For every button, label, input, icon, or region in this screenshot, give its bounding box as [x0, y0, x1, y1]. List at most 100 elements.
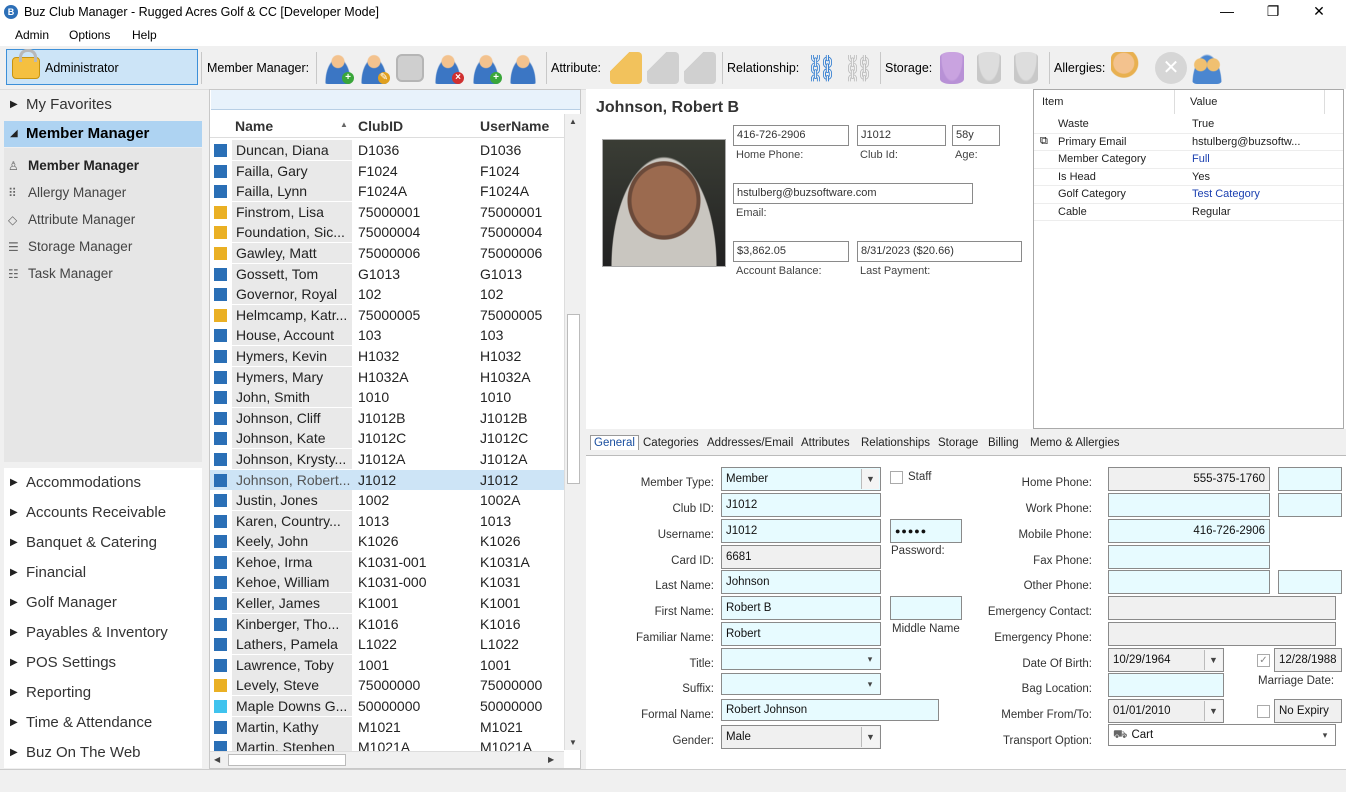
bag-location-field[interactable]: [1108, 673, 1224, 697]
table-row[interactable]: Failla, Lynn F1024A F1024A: [210, 181, 564, 202]
table-row[interactable]: Lathers, Pamela L1022 L1022: [210, 634, 564, 655]
sidebar-financial[interactable]: ▶ Financial: [4, 560, 202, 586]
prop-row[interactable]: Member Category Full: [1034, 151, 1343, 169]
table-row[interactable]: Finstrom, Lisa 75000001 75000001: [210, 201, 564, 223]
scroll-thumb[interactable]: [567, 314, 580, 484]
first-name-field[interactable]: Robert B: [721, 596, 881, 620]
home-phone-field[interactable]: 555-375-1760: [1108, 467, 1270, 491]
other-phone-ext-field[interactable]: [1278, 570, 1342, 594]
allergy-icon[interactable]: [1111, 52, 1143, 84]
remove-allergy-icon[interactable]: ✕: [1155, 52, 1187, 84]
sidebar-accounts-receivable[interactable]: ▶ Accounts Receivable: [4, 500, 202, 526]
tab-attributes[interactable]: Attributes: [801, 437, 850, 449]
sidebar-sub-storage-manager[interactable]: ☰ Storage Manager: [8, 239, 132, 254]
list-filter-input[interactable]: [211, 90, 580, 110]
no-expiry-field[interactable]: No Expiry: [1274, 699, 1342, 723]
remove-storage-icon[interactable]: [1014, 52, 1038, 84]
sidebar-sub-task-manager[interactable]: ☷ Task Manager: [8, 266, 113, 281]
date-of-birth-field[interactable]: 10/29/1964 ▼: [1108, 648, 1224, 672]
column-header-name[interactable]: Name: [235, 118, 273, 134]
sidebar-sub-member-manager[interactable]: ♙ Member Manager: [8, 158, 139, 173]
table-row[interactable]: Hymers, Mary H1032A H1032A: [210, 366, 564, 388]
marriage-date-checkbox[interactable]: ✓: [1257, 654, 1270, 667]
table-row[interactable]: Hymers, Kevin H1032 H1032: [210, 345, 564, 367]
table-row[interactable]: Keely, John K1026 K1026: [210, 531, 564, 552]
last-name-field[interactable]: Johnson: [721, 570, 881, 594]
tab-relationships[interactable]: Relationships: [861, 437, 930, 449]
unlink-icon[interactable]: ⛓: [842, 52, 875, 84]
table-row[interactable]: John, Smith 1010 1010: [210, 387, 564, 408]
storage-settings-icon[interactable]: [977, 52, 1001, 84]
familiar-name-field[interactable]: Robert: [721, 622, 881, 646]
horizontal-scrollbar[interactable]: ◀ ▶: [210, 751, 564, 768]
other-phone-field[interactable]: [1108, 570, 1270, 594]
table-row[interactable]: Johnson, Cliff J1012B J1012B: [210, 407, 564, 429]
mobile-phone-field[interactable]: 416-726-2906: [1108, 519, 1270, 543]
emergency-phone-field[interactable]: [1108, 622, 1336, 646]
title-select[interactable]: ▾: [721, 648, 881, 670]
marriage-date-field[interactable]: 12/28/1988: [1274, 648, 1342, 672]
table-row[interactable]: Johnson, Robert... J1012 J1012: [210, 469, 564, 491]
prop-row[interactable]: Cable Regular: [1034, 204, 1343, 221]
prop-row[interactable]: Golf Category Test Category: [1034, 186, 1343, 204]
edit-member-icon[interactable]: ✎: [358, 52, 390, 84]
work-phone-ext-field[interactable]: [1278, 493, 1342, 517]
table-row[interactable]: Martin, Kathy M1021 M1021: [210, 716, 564, 738]
table-row[interactable]: Foundation, Sic... 75000004 75000004: [210, 222, 564, 243]
scroll-right-icon[interactable]: ▶: [548, 755, 554, 764]
table-row[interactable]: Johnson, Krysty... J1012A J1012A: [210, 448, 564, 470]
table-row[interactable]: Helmcamp, Katr... 75000005 75000005: [210, 304, 564, 326]
sidebar-pos-settings[interactable]: ▶ POS Settings: [4, 650, 202, 676]
remove-attribute-icon[interactable]: [684, 52, 716, 84]
tab-memo-allergies[interactable]: Memo & Allergies: [1030, 437, 1119, 449]
add-attribute-icon[interactable]: [610, 52, 642, 84]
tag-icon[interactable]: [647, 52, 679, 84]
work-phone-field[interactable]: [1108, 493, 1270, 517]
sidebar-payables-inventory[interactable]: ▶ Payables & Inventory: [4, 620, 202, 646]
table-row[interactable]: Lawrence, Toby 1001 1001: [210, 654, 564, 676]
middle-name-field[interactable]: [890, 596, 962, 620]
table-row[interactable]: Keller, James K1001 K1001: [210, 593, 564, 614]
suffix-select[interactable]: ▾: [721, 673, 881, 695]
link-icon[interactable]: ⛓: [805, 52, 838, 84]
sidebar-banquet-catering[interactable]: ▶ Banquet & Catering: [4, 530, 202, 556]
hscroll-thumb[interactable]: [228, 754, 346, 766]
menu-help[interactable]: Help: [132, 28, 157, 42]
emergency-contact-field[interactable]: [1108, 596, 1336, 620]
sidebar-buz-on-the-web[interactable]: ▶ Buz On The Web: [4, 740, 202, 766]
member-from-field[interactable]: 01/01/2010 ▼: [1108, 699, 1224, 723]
prop-row[interactable]: Is Head Yes: [1034, 169, 1343, 186]
gender-select[interactable]: Male ▼: [721, 725, 881, 749]
copy-member-icon[interactable]: +: [470, 52, 502, 84]
add-member-icon[interactable]: +: [322, 52, 354, 84]
close-button[interactable]: ✕: [1296, 0, 1342, 24]
password-field[interactable]: ●●●●●: [890, 519, 962, 543]
tab-addresses-email[interactable]: Addresses/Email: [707, 437, 793, 449]
card-id-field[interactable]: 6681: [721, 545, 881, 569]
table-row[interactable]: Kehoe, William K1031-000 K1031: [210, 572, 564, 593]
member-type-select[interactable]: Member ▼: [721, 467, 881, 491]
table-row[interactable]: Gossett, Tom G1013 G1013: [210, 263, 564, 285]
table-row[interactable]: Failla, Gary F1024 F1024: [210, 160, 564, 182]
table-row[interactable]: Johnson, Kate J1012C J1012C: [210, 428, 564, 449]
sidebar-my-favorites[interactable]: ▶ My Favorites: [4, 92, 202, 118]
administrator-button[interactable]: Administrator: [6, 49, 198, 85]
table-row[interactable]: House, Account 103 103: [210, 325, 564, 346]
table-row[interactable]: Justin, Jones 1002 1002A: [210, 490, 564, 511]
menu-options[interactable]: Options: [69, 28, 110, 42]
scroll-left-icon[interactable]: ◀: [214, 755, 220, 764]
table-row[interactable]: Karen, Country... 1013 1013: [210, 510, 564, 532]
add-storage-icon[interactable]: [940, 52, 964, 84]
scroll-down-icon[interactable]: ▼: [569, 738, 577, 747]
sidebar-sub-allergy-manager[interactable]: ⠿ Allergy Manager: [8, 185, 126, 200]
table-row[interactable]: Levely, Steve 75000000 75000000: [210, 675, 564, 696]
vertical-scrollbar[interactable]: ▲ ▼: [564, 114, 581, 750]
staff-checkbox[interactable]: [890, 471, 903, 484]
member-group-icon[interactable]: [507, 52, 539, 84]
sidebar-accommodations[interactable]: ▶ Accommodations: [4, 470, 202, 496]
prop-row[interactable]: Primary Email hstulberg@buzsoftw...: [1034, 134, 1343, 151]
formal-name-field[interactable]: Robert Johnson: [721, 699, 939, 721]
table-row[interactable]: Maple Downs G... 50000000 50000000: [210, 696, 564, 717]
maximize-button[interactable]: ❐: [1250, 0, 1296, 24]
transport-option-select[interactable]: ⛟ Cart ▾: [1108, 724, 1336, 746]
